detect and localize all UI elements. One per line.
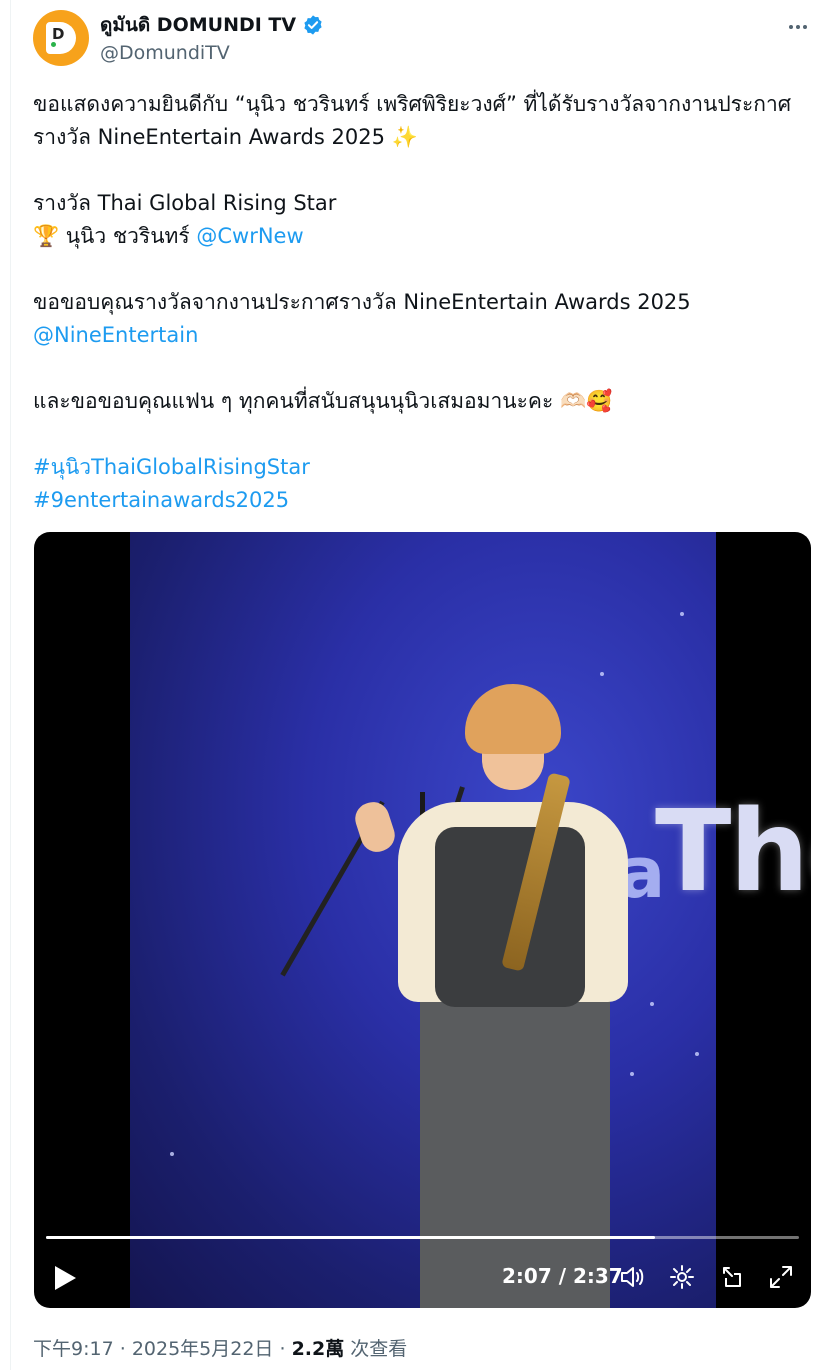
author-names: ดูมันดิ DOMUNDI TV @DomundiTV	[100, 12, 324, 64]
tweet-text: ขอแสดงความยินดีกับ “นุนิว ชวรินทร์ เพริศ…	[33, 88, 818, 517]
author-display-name[interactable]: ดูมันดิ DOMUNDI TV	[100, 10, 296, 40]
tweet-header: D ดูมันดิ DOMUNDI TV @DomundiTV	[33, 10, 813, 70]
meta-separator: ·	[279, 1338, 286, 1360]
avatar[interactable]: D	[33, 10, 89, 66]
avatar-dot	[51, 42, 56, 47]
thanks-line: ขอขอบคุณรางวัลจากงานประกาศรางวัล NineEnt…	[33, 290, 691, 314]
tweet-line-2-text: รางวัล NineEntertain Awards 2025	[33, 125, 385, 149]
display-name-row: ดูมันดิ DOMUNDI TV	[100, 12, 324, 38]
meta-separator: ·	[119, 1338, 126, 1360]
views-count: 2.2萬	[291, 1338, 345, 1360]
tweet-time[interactable]: 下午9:17	[33, 1338, 114, 1360]
organizer-mention-link[interactable]: @NineEntertain	[33, 319, 818, 352]
tweet-page: D ดูมันดิ DOMUNDI TV @DomundiTV ขอแสดงคว…	[0, 0, 832, 1370]
video-time: 2:07 / 2:37	[502, 1264, 623, 1288]
tweet-date[interactable]: 2025年5月22日	[132, 1338, 274, 1360]
avatar-logo: D	[46, 22, 76, 54]
video-frame[interactable]: Tho a	[130, 532, 811, 1308]
fans-line: และขอขอบคุณแฟน ๆ ทุกคนที่สนับสนุนนุนิวเส…	[33, 385, 818, 418]
avatar-glyph: D	[52, 25, 65, 43]
fans-text: และขอขอบคุณแฟน ๆ ทุกคนที่สนับสนุนนุนิวเส…	[33, 389, 554, 413]
hashtag-link-1[interactable]: #นุนิวThaiGlobalRisingStar	[33, 451, 818, 484]
award-name: รางวัล Thai Global Rising Star	[33, 191, 337, 215]
figure-hair	[465, 684, 561, 754]
verified-badge-icon[interactable]	[302, 14, 324, 36]
trophy-emoji: 🏆	[33, 224, 60, 248]
progress-fill	[46, 1236, 656, 1239]
video-controls: 2:07 / 2:37	[34, 1228, 811, 1308]
pip-icon[interactable]	[720, 1264, 746, 1290]
more-icon[interactable]	[787, 16, 809, 38]
settings-icon[interactable]	[669, 1264, 695, 1290]
author-handle[interactable]: @DomundiTV	[100, 42, 324, 64]
stage-backdrop-text: Tho	[655, 787, 811, 917]
winner-name: นุนิว ชวรินทร์	[65, 224, 190, 248]
tweet-meta: 下午9:17 · 2025年5月22日 · 2.2萬 次查看	[33, 1334, 407, 1361]
figure-vest	[435, 827, 585, 1007]
hashtag-link-2[interactable]: #9entertainawards2025	[33, 484, 818, 517]
fullscreen-icon[interactable]	[768, 1264, 794, 1290]
tweet-line-2: รางวัล NineEntertain Awards 2025 ✨	[33, 121, 818, 154]
video-player[interactable]: Tho a 2:07 /	[34, 532, 811, 1308]
volume-icon[interactable]	[619, 1264, 645, 1290]
tweet-line-1: ขอแสดงความยินดีกับ “นุนิว ชวรินทร์ เพริศ…	[33, 92, 792, 116]
views-label: 次查看	[350, 1338, 408, 1360]
winner-mention-link[interactable]: @CwrNew	[196, 224, 303, 248]
progress-bar[interactable]	[46, 1236, 799, 1239]
left-divider	[10, 0, 11, 1370]
play-icon[interactable]	[52, 1264, 78, 1292]
winner-line: 🏆 นุนิว ชวรินทร์ @CwrNew	[33, 220, 818, 253]
fans-emoji: 🫶🏻🥰	[559, 389, 613, 413]
sparkle-emoji: ✨	[391, 125, 418, 149]
